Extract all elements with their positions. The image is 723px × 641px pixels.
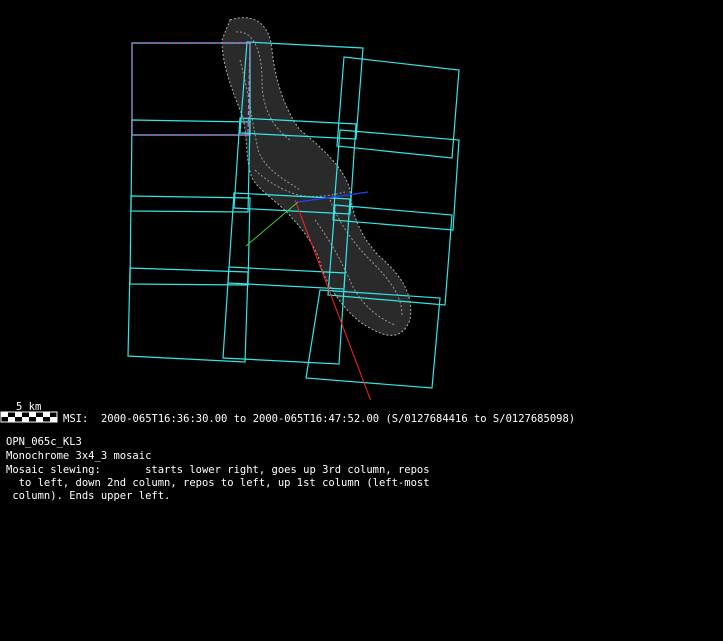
frame-c1-r4 bbox=[127, 267, 249, 363]
msi-time-range: MSI: 2000-065T16:36:30.00 to 2000-065T16… bbox=[63, 413, 575, 426]
slew-line-3: column). Ends upper left. bbox=[6, 490, 171, 502]
msi-to: to bbox=[233, 413, 247, 425]
mosaic-viewport bbox=[127, 17, 460, 400]
slew-description: Mosaic slewing: starts lower right, goes… bbox=[6, 464, 430, 503]
frame-c2-r4 bbox=[222, 266, 346, 365]
slew-line-1: starts lower right, goes up 3rd column, … bbox=[145, 464, 430, 476]
slew-line-2: to left, down 2nd column, repos to left,… bbox=[6, 477, 430, 489]
scale-label: 5 km bbox=[16, 401, 42, 413]
mosaic-type: Monochrome 3x4_3 mosaic bbox=[6, 450, 152, 462]
msi-label: MSI: bbox=[63, 413, 89, 425]
msi-met-range: (S/0127684416 to S/0127685098) bbox=[385, 413, 576, 425]
slew-label: Mosaic slewing: bbox=[6, 464, 101, 476]
msi-end-time: 2000-065T16:47:52.00 bbox=[252, 413, 380, 425]
observation-id: OPN_065c_KL3 bbox=[6, 436, 82, 448]
msi-start-time: 2000-065T16:36:30.00 bbox=[100, 413, 228, 425]
